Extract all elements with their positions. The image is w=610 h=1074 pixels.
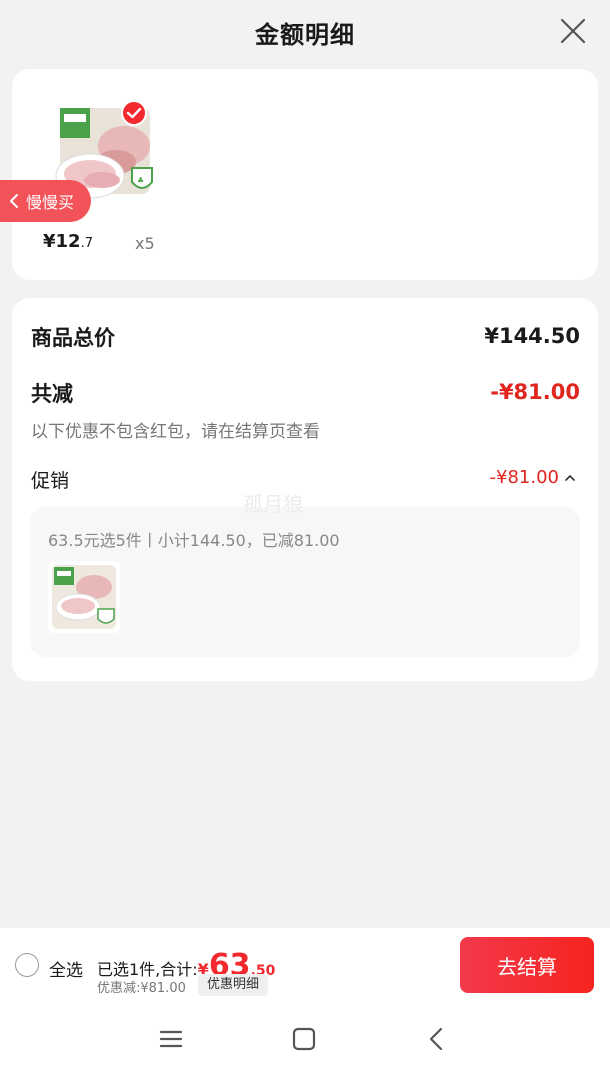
product-price: ¥12.7 [43, 231, 93, 252]
total-reduce-value: -¥81.00 [490, 380, 580, 404]
home-icon[interactable] [289, 1024, 319, 1054]
chevron-left-icon [10, 194, 18, 208]
price-breakdown-card: 商品总价 ¥144.50 共减 -¥81.00 以下优惠不包含红包，请在结算页查… [12, 298, 598, 681]
product-card: ♣ ¥12.7 x5 [12, 69, 598, 280]
discount-summary: 优惠减:¥81.00 [97, 981, 186, 996]
checkout-button[interactable]: 去结算 [460, 937, 594, 993]
watermark: 孤月狼 [243, 492, 303, 516]
page-title: 金额明细 [255, 20, 355, 49]
promo-label: 促销 [31, 470, 70, 492]
select-all-radio[interactable] [15, 953, 39, 977]
total-price-label: 商品总价 [31, 326, 115, 350]
svg-text:♣: ♣ [137, 176, 144, 185]
promo-product-image [48, 561, 120, 633]
promo-value: -¥81.00 [489, 467, 559, 488]
total-price-value: ¥144.50 [484, 324, 580, 348]
checkout-bar: 全选 已选1件,合计:¥63.50 优惠减:¥81.00 优惠明细 去结算 [0, 928, 610, 1002]
select-all-label[interactable]: 全选 [49, 956, 83, 981]
discount-detail-button[interactable]: 优惠明细 [198, 974, 269, 996]
price-dec: .7 [80, 236, 93, 251]
menu-icon[interactable] [156, 1024, 186, 1054]
price-int: ¥12 [43, 231, 81, 252]
discount-note: 以下优惠不包含红包，请在结算页查看 [31, 422, 320, 442]
back-icon[interactable] [422, 1024, 452, 1054]
slow-buy-tag[interactable]: 慢慢买 [0, 180, 91, 222]
header: 金额明细 [0, 0, 610, 64]
chevron-up-icon [565, 474, 575, 481]
total-reduce-label: 共减 [31, 382, 73, 406]
slow-buy-label: 慢慢买 [26, 193, 75, 212]
promo-description: 63.5元选5件丨小计144.50，已减81.00 [48, 531, 340, 550]
promo-toggle[interactable]: -¥81.00 [490, 467, 576, 488]
close-icon[interactable] [558, 16, 588, 46]
promo-detail-box: 63.5元选5件丨小计144.50，已减81.00 [30, 507, 580, 657]
product-quantity: x5 [135, 234, 155, 253]
system-nav-bar [0, 1002, 610, 1074]
selected-check-icon[interactable] [121, 100, 147, 126]
